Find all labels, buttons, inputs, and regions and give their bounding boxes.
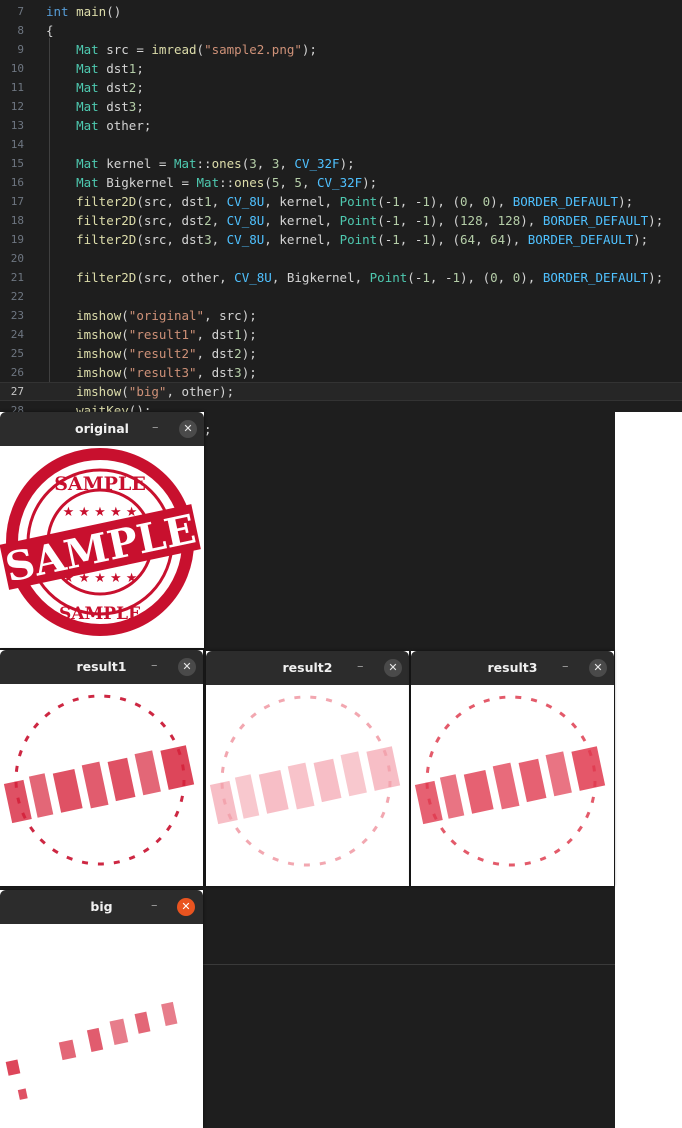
image-result3 bbox=[411, 685, 614, 886]
line-number: 27 bbox=[10, 385, 24, 398]
code-text[interactable]: Mat dst2; bbox=[46, 78, 144, 97]
code-line[interactable]: 27 imshow("big", other); bbox=[0, 382, 682, 401]
window-title: original bbox=[75, 421, 129, 436]
code-editor[interactable]: 7 int main() 8{9 Mat src = imread("sample2… bbox=[0, 0, 682, 456]
stamp-top-text: SAMPLE bbox=[54, 473, 146, 495]
close-button[interactable]: ✕ bbox=[177, 898, 195, 916]
line-number: 7 bbox=[17, 5, 24, 18]
code-line[interactable]: 21 filter2D(src, other, CV_8U, Bigkernel… bbox=[0, 268, 682, 287]
code-text[interactable]: Mat kernel = Mat::ones(3, 3, CV_32F); bbox=[46, 154, 355, 173]
window-title: result2 bbox=[282, 660, 333, 675]
divider bbox=[203, 964, 615, 965]
image-big bbox=[0, 924, 203, 1128]
filtered-stamp-image bbox=[3, 694, 195, 866]
code-line[interactable]: 14 bbox=[0, 135, 682, 154]
line-number: 24 bbox=[10, 328, 24, 341]
code-line[interactable]: 17 filter2D(src, dst1, CV_8U, kernel, Po… bbox=[0, 192, 682, 211]
code-line[interactable]: 9 Mat src = imread("sample2.png"); bbox=[0, 40, 682, 59]
line-number: 26 bbox=[10, 366, 24, 379]
minimize-button[interactable]: – bbox=[152, 412, 159, 446]
window-result3[interactable]: result3 – ✕ bbox=[411, 651, 614, 886]
code-line[interactable]: 8{ bbox=[0, 21, 682, 40]
code-text[interactable]: filter2D(src, other, CV_8U, Bigkernel, P… bbox=[46, 268, 663, 287]
filtered-stamp-image bbox=[5, 1001, 178, 1100]
line-number: 15 bbox=[10, 157, 24, 170]
line-number: 12 bbox=[10, 100, 24, 113]
code-text[interactable]: filter2D(src, dst2, CV_8U, kernel, Point… bbox=[46, 211, 663, 230]
code-text[interactable]: imshow("original", src); bbox=[46, 306, 257, 325]
image-original: SAMPLE ★ ★ ★ ★ ★ ★ ★ ★ ★ ★ SAMPLE SAMPLE bbox=[0, 446, 204, 648]
close-button[interactable]: ✕ bbox=[589, 659, 607, 677]
window-result2[interactable]: result2 – ✕ bbox=[206, 651, 409, 886]
minimize-button[interactable]: – bbox=[357, 651, 364, 685]
code-text[interactable]: imshow("result1", dst1); bbox=[46, 325, 257, 344]
code-line[interactable]: 20 bbox=[0, 249, 682, 268]
line-number: 14 bbox=[10, 138, 24, 151]
line-number: 25 bbox=[10, 347, 24, 360]
line-number: 11 bbox=[10, 81, 24, 94]
window-big[interactable]: big – ✕ bbox=[0, 890, 203, 1128]
code-text[interactable]: imshow("result3", dst3); bbox=[46, 363, 257, 382]
stamp-bottom-text: SAMPLE bbox=[59, 604, 141, 624]
line-number: 10 bbox=[10, 62, 24, 75]
code-text[interactable]: filter2D(src, dst3, CV_8U, kernel, Point… bbox=[46, 230, 648, 249]
code-line[interactable]: 13 Mat other; bbox=[0, 116, 682, 135]
minimize-button[interactable]: – bbox=[562, 651, 569, 685]
line-number: 16 bbox=[10, 176, 24, 189]
minimize-button[interactable]: – bbox=[151, 650, 158, 684]
code-line[interactable]: 7 int main() bbox=[0, 2, 682, 21]
code-line[interactable]: 23 imshow("original", src); bbox=[0, 306, 682, 325]
close-button[interactable]: ✕ bbox=[384, 659, 402, 677]
code-line[interactable]: 16 Mat Bigkernel = Mat::ones(5, 5, CV_32… bbox=[0, 173, 682, 192]
code-text[interactable]: Mat dst1; bbox=[46, 59, 144, 78]
code-text[interactable]: imshow("big", other); bbox=[46, 383, 234, 400]
line-number: 20 bbox=[10, 252, 24, 265]
line-number: 22 bbox=[10, 290, 24, 303]
line-number: 13 bbox=[10, 119, 24, 132]
line-number: 17 bbox=[10, 195, 24, 208]
code-text[interactable]: filter2D(src, dst1, CV_8U, kernel, Point… bbox=[46, 192, 633, 211]
code-text[interactable]: int main() bbox=[46, 2, 121, 21]
sample-stamp-image: SAMPLE ★ ★ ★ ★ ★ ★ ★ ★ ★ ★ SAMPLE SAMPLE bbox=[0, 448, 201, 636]
image-result1 bbox=[0, 684, 203, 886]
code-line[interactable]: 18 filter2D(src, dst2, CV_8U, kernel, Po… bbox=[0, 211, 682, 230]
empty-white-area bbox=[615, 412, 682, 1128]
code-line[interactable]: 12 Mat dst3; bbox=[0, 97, 682, 116]
line-number: 21 bbox=[10, 271, 24, 284]
close-button[interactable]: ✕ bbox=[179, 420, 197, 438]
stars-top: ★ ★ ★ ★ ★ bbox=[63, 505, 138, 520]
code-line[interactable]: 15 Mat kernel = Mat::ones(3, 3, CV_32F); bbox=[0, 154, 682, 173]
code-line[interactable]: 19 filter2D(src, dst3, CV_8U, kernel, Po… bbox=[0, 230, 682, 249]
code-text[interactable]: { bbox=[46, 21, 54, 40]
code-line[interactable]: 22 bbox=[0, 287, 682, 306]
code-line[interactable]: 26 imshow("result3", dst3); bbox=[0, 363, 682, 382]
code-text[interactable]: Mat Bigkernel = Mat::ones(5, 5, CV_32F); bbox=[46, 173, 377, 192]
line-number: 8 bbox=[17, 24, 24, 37]
minimize-button[interactable]: – bbox=[151, 890, 158, 924]
line-number: 18 bbox=[10, 214, 24, 227]
code-line[interactable]: 11 Mat dst2; bbox=[0, 78, 682, 97]
window-original[interactable]: original – ✕ SAMPLE ★ ★ ★ ★ ★ ★ ★ ★ ★ ★ … bbox=[0, 412, 204, 648]
window-title: result1 bbox=[76, 659, 127, 674]
code-line[interactable]: 24 imshow("result1", dst1); bbox=[0, 325, 682, 344]
code-text[interactable]: imshow("result2", dst2); bbox=[46, 344, 257, 363]
code-line[interactable]: 10 Mat dst1; bbox=[0, 59, 682, 78]
code-text[interactable]: Mat dst3; bbox=[46, 97, 144, 116]
code-line[interactable]: 25 imshow("result2", dst2); bbox=[0, 344, 682, 363]
line-number: 23 bbox=[10, 309, 24, 322]
code-text[interactable]: Mat src = imread("sample2.png"); bbox=[46, 40, 317, 59]
line-number: 19 bbox=[10, 233, 24, 246]
window-title: result3 bbox=[487, 660, 538, 675]
image-result2 bbox=[206, 685, 409, 886]
close-button[interactable]: ✕ bbox=[178, 658, 196, 676]
code-text[interactable]: Mat other; bbox=[46, 116, 151, 135]
filtered-stamp-image bbox=[414, 695, 606, 867]
window-result1[interactable]: result1 – ✕ bbox=[0, 650, 203, 886]
window-title: big bbox=[90, 899, 113, 914]
line-number: 9 bbox=[17, 43, 24, 56]
filtered-stamp-image bbox=[209, 695, 401, 867]
